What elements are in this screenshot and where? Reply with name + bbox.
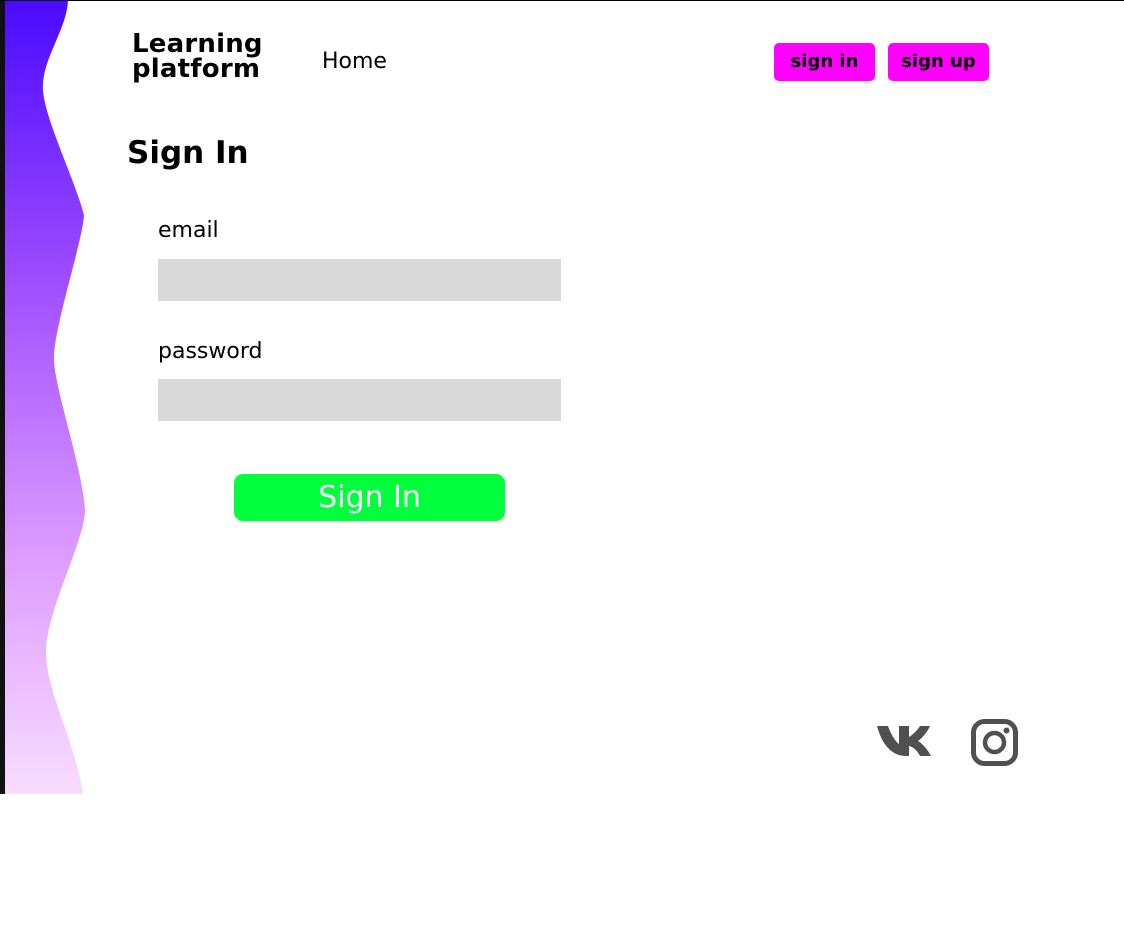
sign-in-submit-button[interactable]: Sign In [234,474,505,521]
page-title: Sign In [127,135,249,171]
password-label: password [158,339,263,364]
left-border [0,0,5,794]
top-border [0,0,1124,1]
password-field[interactable] [158,379,561,421]
nav-home-link[interactable]: Home [322,49,387,75]
logo-line-2: platform [132,54,261,84]
instagram-icon[interactable] [971,719,1018,766]
logo[interactable]: Learning platform [132,31,292,84]
decorative-gradient-wave [5,0,85,794]
email-field[interactable] [158,259,561,301]
page-frame: Learning platform Home sign in sign up S… [0,0,1124,794]
vk-icon[interactable] [877,723,931,759]
header-sign-up-button[interactable]: sign up [888,43,989,81]
header-sign-in-button[interactable]: sign in [774,43,875,81]
email-label: email [158,218,219,243]
